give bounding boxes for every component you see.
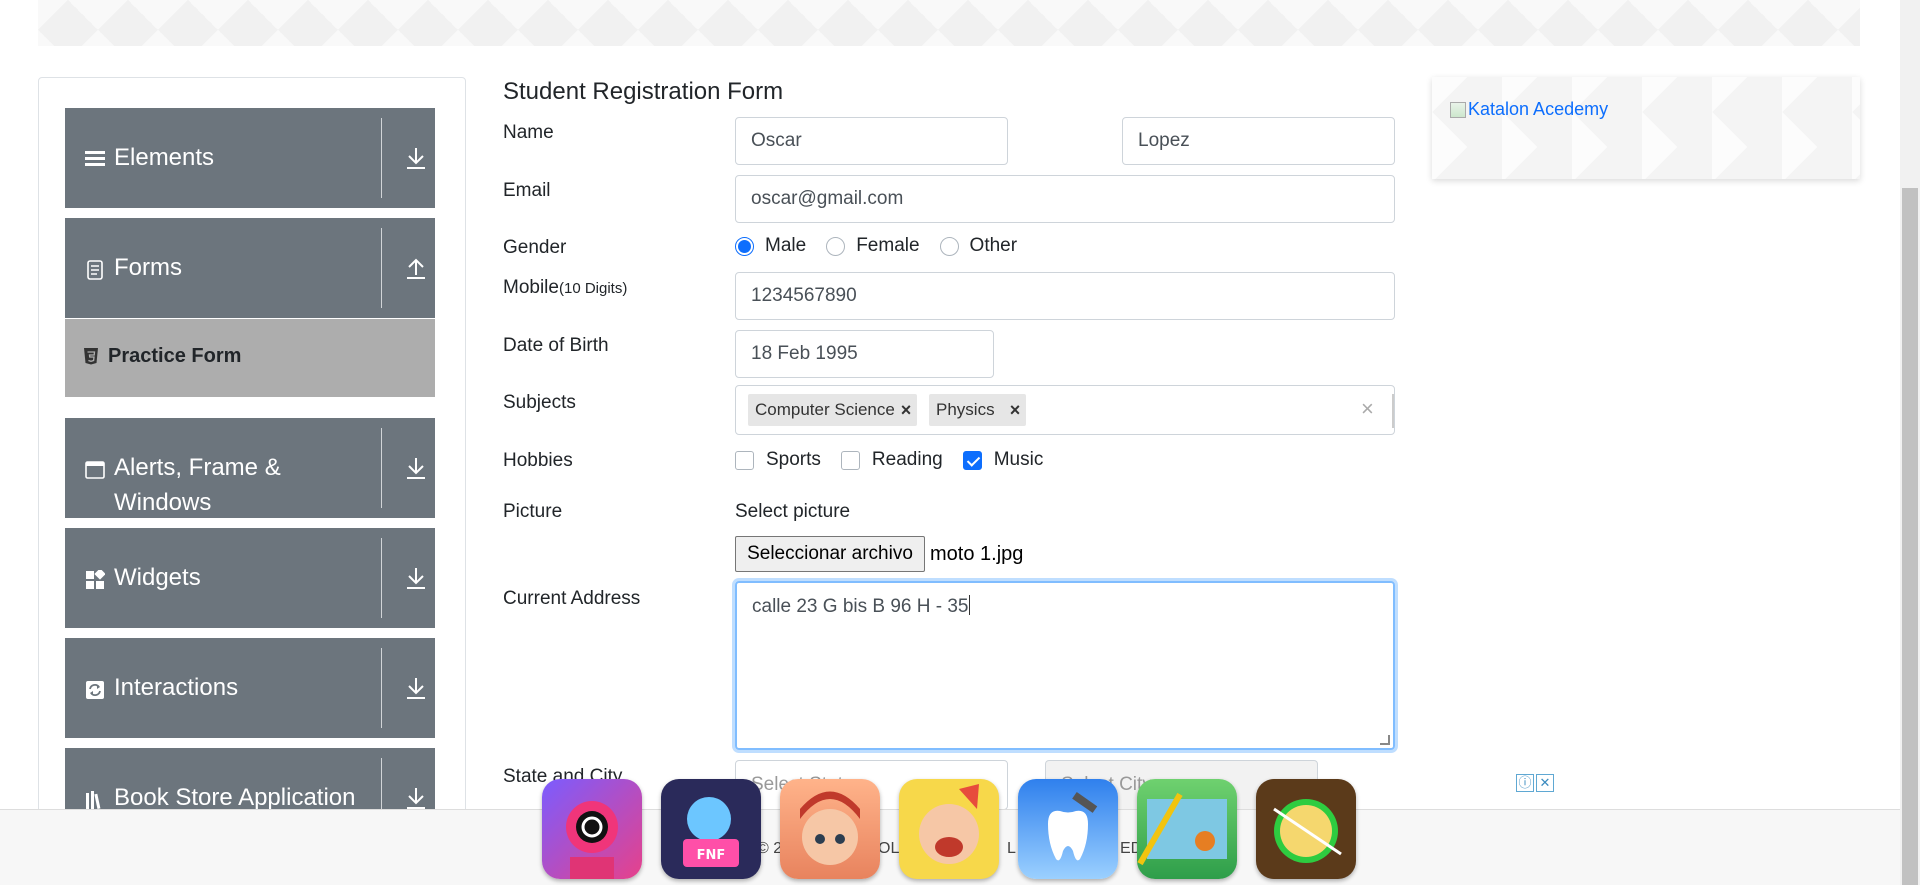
refresh-icon <box>85 680 105 700</box>
download-arrow-icon[interactable] <box>405 455 427 481</box>
divider <box>381 428 382 508</box>
choose-file-button[interactable]: Seleccionar archivo <box>735 536 925 572</box>
gender-option-label: Male <box>765 235 807 256</box>
current-address-textarea[interactable]: calle 23 G bis B 96 H - 35 <box>735 581 1395 750</box>
svg-text:FNF: FNF <box>697 848 726 863</box>
top-banner <box>38 0 1860 46</box>
subject-chip: Physics × <box>929 394 1026 426</box>
rescue-pin-app-icon[interactable] <box>1137 779 1237 879</box>
mobile-hint: (10 Digits) <box>558 280 628 297</box>
download-arrow-icon[interactable] <box>405 145 427 171</box>
window-icon <box>85 460 105 480</box>
hobby-music-checkbox[interactable] <box>962 450 982 470</box>
document-icon <box>85 260 105 280</box>
name-label: Name <box>503 122 554 143</box>
subject-chip-label: Computer Science <box>755 400 895 419</box>
email-input[interactable]: oscar@gmail.com <box>735 175 1395 223</box>
dentist-app-icon[interactable] <box>1018 779 1118 879</box>
download-arrow-icon[interactable] <box>405 675 427 701</box>
address-text: calle 23 G bis B 96 H - 35 <box>752 596 969 617</box>
divider <box>381 118 382 198</box>
gender-option-label: Female <box>856 235 920 256</box>
subjects-label: Subjects <box>503 392 576 413</box>
ad-info-icon[interactable]: ⓘ <box>1516 774 1534 792</box>
first-name-input[interactable]: Oscar <box>735 117 1008 165</box>
hobbies-label: Hobbies <box>503 450 573 471</box>
sidebar-group-alerts[interactable]: Alerts, Frame & Windows <box>65 418 435 518</box>
sidebar-item-label: Practice Form <box>108 345 242 367</box>
last-name-input[interactable]: Lopez <box>1122 117 1395 165</box>
gender-radio-group: Male Female Other <box>735 235 1037 257</box>
sidebar-group-interactions[interactable]: Interactions <box>65 638 435 738</box>
fruit-eater-app-icon[interactable] <box>899 779 999 879</box>
picture-label: Picture <box>503 501 563 522</box>
sidebar-group-label: Alerts, Frame & <box>114 454 281 481</box>
sidebar-group-label: Elements <box>114 144 215 171</box>
hobby-sports-checkbox[interactable] <box>735 450 754 470</box>
ad-controls: ⓘ ✕ <box>1516 774 1554 792</box>
sidebar-group-forms[interactable]: Forms <box>65 218 435 318</box>
divider <box>381 228 382 308</box>
text-caret <box>968 595 970 615</box>
gender-label: Gender <box>503 237 567 258</box>
html5-icon <box>83 347 101 365</box>
email-label: Email <box>503 180 551 201</box>
katalon-link-text: Katalon Acedemy <box>1468 99 1609 119</box>
squid-game-app-icon[interactable] <box>542 779 642 879</box>
subject-remove-icon[interactable]: × <box>1004 394 1026 426</box>
ad-close-icon[interactable]: ✕ <box>1536 774 1554 792</box>
gender-male-radio[interactable] <box>735 236 754 256</box>
resize-handle-icon[interactable] <box>1380 735 1390 745</box>
subject-remove-icon[interactable]: × <box>895 394 917 426</box>
hobby-option-label: Reading <box>871 449 943 470</box>
subject-chip: Computer Science × <box>748 394 917 426</box>
address-label: Current Address <box>503 588 641 609</box>
download-arrow-icon[interactable] <box>405 565 427 591</box>
dob-label: Date of Birth <box>503 335 609 356</box>
scrollbar-thumb[interactable] <box>1902 188 1918 885</box>
divider <box>1392 394 1394 428</box>
form-title: Student Registration Form <box>503 78 784 105</box>
hamburger-icon <box>85 148 105 168</box>
fruit-ninja-app-icon[interactable] <box>1256 779 1356 879</box>
mobile-input[interactable]: 1234567890 <box>735 272 1395 320</box>
file-name: moto 1.jpg <box>930 543 1024 565</box>
hobby-reading-checkbox[interactable] <box>840 450 860 470</box>
clear-icon[interactable]: × <box>1361 396 1374 422</box>
select-picture-label: Select picture <box>735 501 851 522</box>
gender-other-radio[interactable] <box>939 236 959 256</box>
ad-app-strip: FNF <box>542 779 1356 879</box>
upload-arrow-icon[interactable] <box>405 255 427 281</box>
gender-female-radio[interactable] <box>826 236 846 256</box>
hobby-option-label: Music <box>993 449 1044 470</box>
ad-banner: Katalon Acedemy <box>1432 77 1860 179</box>
divider <box>381 538 382 618</box>
hobbies-checkbox-group: Sports Reading Music <box>735 449 1063 471</box>
sidebar-group-widgets[interactable]: Widgets <box>65 528 435 628</box>
mobile-label: Mobile(10 Digits) <box>503 277 627 299</box>
sidebar-group-label-line2: Windows <box>114 489 212 516</box>
katalon-link[interactable]: Katalon Acedemy <box>1450 99 1608 120</box>
download-arrow-icon[interactable] <box>405 785 427 811</box>
sidebar-group-label: Widgets <box>114 564 201 591</box>
friday-night-funkin-app-icon[interactable]: FNF <box>661 779 761 879</box>
sidebar-group-elements[interactable]: Elements <box>65 108 435 208</box>
subject-chip-label: Physics <box>936 400 995 419</box>
subjects-input[interactable]: Computer Science × Physics × × <box>735 385 1395 435</box>
divider <box>381 648 382 728</box>
hobby-option-label: Sports <box>766 449 821 470</box>
sidebar-item-practice-form[interactable]: Practice Form <box>65 319 435 397</box>
mobile-label-text: Mobile <box>503 277 559 298</box>
broken-image-icon <box>1450 101 1466 118</box>
books-icon <box>85 790 105 810</box>
sidebar-group-label: Interactions <box>114 674 239 701</box>
gender-option-label: Other <box>969 235 1018 256</box>
sidebar-group-label: Forms <box>114 254 182 281</box>
hair-salon-app-icon[interactable] <box>780 779 880 879</box>
widgets-icon <box>85 570 105 590</box>
dob-input[interactable]: 18 Feb 1995 <box>735 330 994 378</box>
